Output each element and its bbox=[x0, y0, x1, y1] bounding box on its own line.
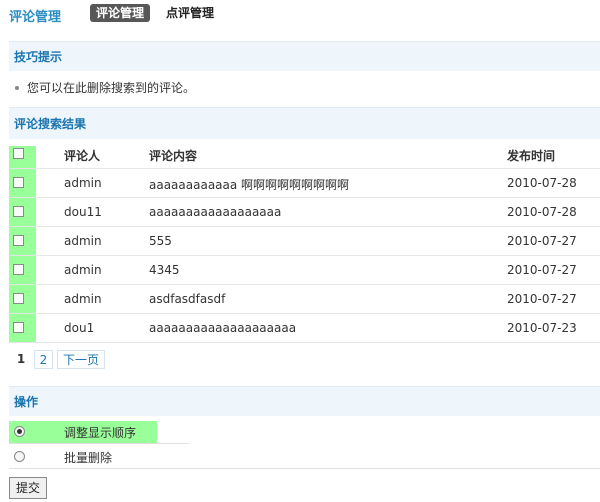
row-date: 2010-07-28 bbox=[507, 205, 577, 219]
submit-button[interactable]: 提交 bbox=[9, 477, 48, 499]
page-title: 评论管理 bbox=[9, 10, 62, 25]
row-user: dou1 bbox=[64, 321, 95, 335]
row-content: aaaaaaaaaaaa 啊啊啊啊啊啊啊啊啊 bbox=[149, 178, 350, 192]
row-checkbox[interactable] bbox=[13, 206, 24, 217]
row-date: 2010-07-27 bbox=[507, 292, 577, 306]
option-label: 批量删除 bbox=[64, 451, 113, 465]
row-checkbox[interactable] bbox=[13, 322, 24, 333]
tips-header: 技巧提示 bbox=[9, 41, 600, 71]
option-label: 调整显示顺序 bbox=[64, 426, 137, 440]
row-user: admin bbox=[64, 176, 102, 190]
row-content: aaaaaaaaaaaaaaaaaaaa bbox=[149, 321, 297, 335]
row-date: 2010-07-23 bbox=[507, 321, 577, 335]
column-header-user: 评论人 bbox=[64, 149, 101, 163]
page-link-2[interactable]: 2 bbox=[34, 350, 53, 369]
top-bar: 评论管理 评论管理 点评管理 bbox=[0, 0, 600, 30]
operations-header: 操作 bbox=[9, 386, 600, 416]
table-row: admin asdfasdfasdf 2010-07-27 bbox=[9, 285, 600, 314]
table-row: dou1 aaaaaaaaaaaaaaaaaaaa 2010-07-23 bbox=[9, 314, 600, 343]
row-checkbox[interactable] bbox=[13, 177, 24, 188]
row-checkbox[interactable] bbox=[13, 293, 24, 304]
tab-review-management[interactable]: 点评管理 bbox=[160, 4, 220, 22]
table-row: admin 555 2010-07-27 bbox=[9, 227, 600, 256]
option-reorder[interactable]: 调整显示顺序 bbox=[9, 421, 157, 443]
row-user: admin bbox=[64, 292, 102, 306]
tip-text: 您可以在此删除搜索到的评论。 bbox=[27, 81, 196, 95]
table-row: admin aaaaaaaaaaaa 啊啊啊啊啊啊啊啊啊 2010-07-28 bbox=[9, 169, 600, 198]
row-user: dou11 bbox=[64, 205, 102, 219]
table-row: admin 4345 2010-07-27 bbox=[9, 256, 600, 285]
row-user: admin bbox=[64, 234, 102, 248]
row-content: 4345 bbox=[149, 263, 180, 277]
table-row: dou11 aaaaaaaaaaaaaaaaaa 2010-07-28 bbox=[9, 198, 600, 227]
option-batch-delete[interactable]: 批量删除 bbox=[9, 446, 189, 468]
row-date: 2010-07-28 bbox=[507, 176, 577, 190]
divider bbox=[9, 468, 600, 469]
row-checkbox[interactable] bbox=[13, 264, 24, 275]
row-content: aaaaaaaaaaaaaaaaaa bbox=[149, 205, 282, 219]
row-date: 2010-07-27 bbox=[507, 234, 577, 248]
radio-batch-delete[interactable] bbox=[14, 451, 25, 462]
page-current: 1 bbox=[16, 352, 26, 366]
row-content: 555 bbox=[149, 234, 172, 248]
table-header-row: 评论人 评论内容 发布时间 bbox=[9, 140, 600, 169]
row-date: 2010-07-27 bbox=[507, 263, 577, 277]
results-header: 评论搜索结果 bbox=[9, 107, 600, 139]
row-user: admin bbox=[64, 263, 102, 277]
column-header-content: 评论内容 bbox=[149, 149, 198, 163]
radio-reorder[interactable] bbox=[14, 426, 25, 437]
tip-line: 您可以在此删除搜索到的评论。 bbox=[9, 80, 600, 104]
row-content: asdfasdfasdf bbox=[149, 292, 226, 306]
row-checkbox[interactable] bbox=[13, 235, 24, 246]
tab-comment-management[interactable]: 评论管理 bbox=[90, 4, 151, 22]
next-page-link[interactable]: 下一页 bbox=[57, 350, 105, 369]
divider bbox=[9, 443, 189, 444]
column-header-date: 发布时间 bbox=[507, 149, 556, 163]
select-all-checkbox[interactable] bbox=[13, 148, 24, 159]
bullet-icon bbox=[15, 85, 19, 90]
